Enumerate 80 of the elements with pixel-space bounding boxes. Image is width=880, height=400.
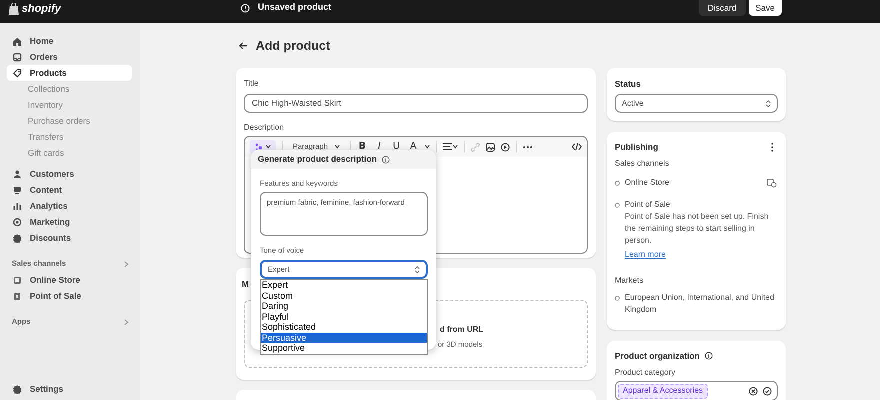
image-icon: [486, 142, 496, 152]
person-icon: [13, 170, 22, 178]
category-tag: Apparel & Accessories: [618, 384, 708, 398]
alert-icon: [241, 4, 250, 12]
chevron-right-icon: [124, 260, 129, 268]
clear-icon: [749, 386, 758, 396]
info-icon: [705, 352, 713, 360]
sparkle-icon: [255, 143, 263, 151]
text-color-button[interactable]: A: [408, 140, 420, 154]
sidebar-item[interactable]: Home: [7, 33, 132, 49]
channel-name: Point of Sale: [625, 199, 670, 211]
save-button[interactable]: Save: [748, 0, 782, 16]
sidebar-item[interactable]: Orders: [7, 49, 132, 65]
popover-title: Generate product description: [258, 153, 378, 166]
status-circle-icon: [615, 180, 620, 186]
code-icon: [572, 143, 582, 151]
card-title: Status: [615, 78, 642, 90]
select-arrows-icon: [415, 266, 420, 274]
channel-note: Point of Sale has not been set up. Finish the remaining steps to start selling in person.: [625, 211, 770, 247]
back-arrow-icon: [239, 42, 248, 50]
option[interactable]: Playful: [261, 312, 427, 322]
sidebar-item[interactable]: Marketing: [7, 214, 132, 230]
market-name: European Union, International, and United Kingdom: [625, 292, 776, 316]
card-title: Product organization: [615, 350, 700, 362]
home-icon: [13, 36, 22, 46]
sidebar-item[interactable]: Customers: [7, 166, 132, 182]
sidebar-item[interactable]: Content: [7, 182, 132, 198]
bag-icon: [9, 3, 19, 15]
option[interactable]: Persuasive: [261, 332, 427, 343]
option[interactable]: Expert: [261, 280, 427, 290]
unsaved-message: Unsaved product: [258, 1, 332, 14]
title-input[interactable]: Chic High-Waisted Skirt: [244, 94, 588, 112]
chevron-right-icon: [124, 318, 129, 326]
option[interactable]: Supportive: [261, 343, 427, 354]
align-icon: [443, 143, 458, 151]
card-title: M: [242, 278, 250, 290]
add-from-url-link[interactable]: d from URL: [440, 324, 484, 336]
sidebar-item[interactable]: Settings: [7, 381, 132, 397]
more-icon: [523, 146, 534, 148]
status-circle-icon: [615, 202, 620, 208]
discard-button[interactable]: Discard: [698, 0, 746, 16]
option[interactable]: Daring: [261, 301, 427, 312]
monitor-icon: [13, 186, 22, 194]
section-label: Sales channels: [615, 158, 670, 170]
logo-text: shopify: [22, 2, 62, 17]
tag-icon: [13, 68, 22, 78]
status-select[interactable]: Active: [615, 94, 778, 113]
check-circle-icon: [763, 386, 772, 396]
field-label: Product category: [615, 367, 676, 379]
underline-button[interactable]: U: [391, 140, 402, 154]
sidebar-item[interactable]: Products: [7, 65, 132, 81]
bold-button[interactable]: B: [357, 140, 368, 154]
chart-icon: [13, 202, 22, 210]
link-icon: [471, 142, 480, 152]
sidebar-item[interactable]: Online Store: [7, 272, 132, 288]
target-icon: [13, 218, 22, 226]
inbox-icon: [13, 52, 22, 62]
caret-icon: [335, 145, 340, 149]
page-title: Add product: [256, 38, 330, 55]
category-field[interactable]: Apparel & Accessories: [615, 381, 778, 400]
status-circle-icon: [615, 296, 620, 300]
sidebar-item[interactable]: Discounts: [7, 230, 132, 246]
italic-button[interactable]: I: [374, 140, 386, 154]
video-icon: [501, 142, 510, 152]
kebab-icon: [771, 142, 774, 152]
caret-icon: [425, 145, 430, 149]
field-label: Description: [244, 122, 286, 134]
learn-more-link[interactable]: Learn more: [625, 249, 666, 261]
section-label: Markets: [615, 275, 644, 287]
option[interactable]: Custom: [261, 290, 427, 301]
sidebar-item[interactable]: Point of Sale: [7, 288, 132, 304]
card-title: Publishing: [615, 140, 658, 154]
sidebar-item[interactable]: Analytics: [7, 198, 132, 214]
channel-name: Online Store: [625, 177, 670, 189]
info-icon: [382, 156, 390, 164]
field-label: Title: [244, 78, 260, 90]
caret-icon: [266, 145, 271, 149]
option[interactable]: Sophisticated: [261, 322, 427, 332]
discount-icon: [13, 234, 22, 242]
select-arrows-icon: [766, 100, 771, 108]
